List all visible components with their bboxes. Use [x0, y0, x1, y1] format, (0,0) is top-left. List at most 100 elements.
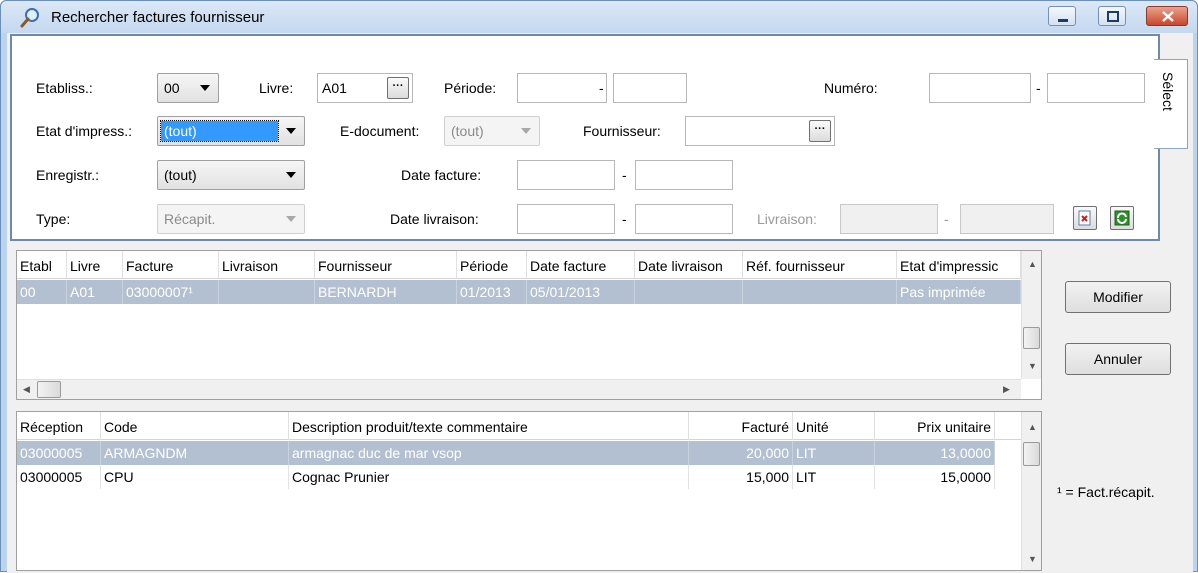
etabliss-label: Etabliss.: — [36, 80, 93, 96]
periode-separator: - — [599, 80, 604, 96]
type-select: Récapit. — [157, 204, 305, 234]
title-bar[interactable]: Rechercher factures fournisseur — [1, 1, 1197, 33]
cell-date-facture: 05/01/2013 — [527, 280, 635, 304]
numero-from-field[interactable] — [929, 73, 1031, 103]
etabliss-select[interactable]: 00 — [157, 73, 219, 103]
livraison-separator: - — [944, 211, 949, 227]
periode-from-field[interactable] — [517, 73, 607, 103]
minimize-button[interactable] — [1048, 6, 1076, 26]
enregistr-select[interactable]: (tout) — [157, 160, 305, 190]
column-header-etabl[interactable]: Etabl — [17, 251, 67, 279]
cell-facture: 03000007¹ — [123, 280, 219, 304]
column-header-reception[interactable]: Réception — [17, 412, 101, 440]
date-livraison-to-field[interactable] — [635, 204, 733, 234]
cell-livre: A01 — [67, 280, 123, 304]
column-header-facture[interactable]: Facture — [123, 251, 219, 279]
date-facture-separator: - — [622, 167, 627, 183]
enregistr-value: (tout) — [164, 167, 197, 183]
date-livraison-label: Date livraison: — [390, 211, 479, 227]
livre-value: A01 — [322, 80, 347, 96]
modifier-button[interactable]: Modifier — [1065, 281, 1171, 313]
invoices-table[interactable]: Etabl Livre Facture Livraison Fournisseu… — [16, 250, 1042, 400]
column-header-facture[interactable]: Facturé — [689, 412, 793, 440]
invoices-horizontal-scrollbar[interactable]: ◀ ▶ — [17, 379, 1021, 399]
scroll-thumb[interactable] — [37, 381, 61, 398]
column-header-unite[interactable]: Unité — [793, 412, 875, 440]
etat-impress-select[interactable]: (tout) — [157, 116, 305, 146]
scroll-thumb[interactable] — [1023, 327, 1040, 349]
date-facture-to-field[interactable] — [635, 160, 733, 190]
column-header-date-facture[interactable]: Date facture — [527, 251, 635, 279]
edocument-select: (tout) — [444, 116, 540, 146]
maximize-button[interactable] — [1098, 6, 1126, 26]
chevron-down-icon — [286, 128, 296, 134]
cell-ref-fournisseur — [743, 280, 897, 304]
date-livraison-from-field[interactable] — [517, 204, 615, 234]
clear-filter-button[interactable] — [1073, 206, 1097, 230]
fournisseur-lookup-button[interactable]: ··· — [809, 120, 831, 142]
column-header-prix-unitaire[interactable]: Prix unitaire — [875, 412, 995, 440]
numero-separator: - — [1036, 80, 1041, 96]
livraison-to-field — [960, 204, 1054, 234]
scroll-down-icon[interactable]: ▼ — [1028, 361, 1037, 371]
lines-vertical-scrollbar[interactable]: ▲ ▼ — [1021, 412, 1041, 570]
invoice-lines-table[interactable]: Réception Code Description produit/texte… — [16, 411, 1042, 571]
chevron-down-icon — [521, 128, 531, 134]
livre-label: Livre: — [259, 80, 294, 96]
scroll-left-icon[interactable]: ◀ — [23, 384, 30, 395]
date-facture-label: Date facture: — [401, 167, 482, 183]
invoices-vertical-scrollbar[interactable]: ▲ ▼ — [1021, 251, 1041, 379]
cell-livraison — [219, 280, 315, 304]
clear-filter-icon — [1078, 210, 1091, 226]
close-button[interactable] — [1146, 6, 1188, 26]
scroll-down-icon[interactable]: ▼ — [1028, 554, 1037, 564]
livraison-from-field — [840, 204, 938, 234]
column-header-ref-fournisseur[interactable]: Réf. fournisseur — [743, 251, 897, 279]
chevron-down-icon — [200, 85, 210, 91]
column-header-date-livraison[interactable]: Date livraison — [635, 251, 743, 279]
date-livraison-separator: - — [622, 211, 627, 227]
tab-select-label: Sélect — [1160, 72, 1176, 111]
cell-facture: 15,000 — [689, 465, 793, 489]
column-header-livraison[interactable]: Livraison — [219, 251, 315, 279]
cell-reception: 03000005 — [17, 465, 101, 489]
cell-prix-unitaire: 15,0000 — [875, 465, 995, 489]
etat-impress-label: Etat d'impress.: — [36, 123, 133, 139]
app-window: Rechercher factures fournisseur Etabliss… — [0, 0, 1198, 573]
scroll-up-icon[interactable]: ▲ — [1028, 259, 1037, 269]
cell-description: armagnac duc de mar vsop — [289, 441, 689, 465]
scroll-up-icon[interactable]: ▲ — [1028, 422, 1037, 432]
table-row[interactable]: 00 A01 03000007¹ BERNARDH 01/2013 05/01/… — [17, 280, 1021, 304]
numero-to-field[interactable] — [1047, 73, 1145, 103]
table-row[interactable]: 03000005 CPU Cognac Prunier 15,000 LIT 1… — [17, 465, 995, 489]
cell-reception: 03000005 — [17, 441, 101, 465]
scroll-thumb[interactable] — [1023, 442, 1040, 466]
cell-facture: 20,000 — [689, 441, 793, 465]
date-facture-from-field[interactable] — [517, 160, 615, 190]
annuler-button[interactable]: Annuler — [1065, 343, 1171, 375]
cell-description: Cognac Prunier — [289, 465, 689, 489]
edocument-value: (tout) — [451, 123, 484, 139]
fournisseur-label: Fournisseur: — [583, 123, 661, 139]
cell-date-livraison — [635, 280, 743, 304]
cell-unite: LIT — [793, 441, 875, 465]
cell-periode: 01/2013 — [457, 280, 527, 304]
scroll-right-icon[interactable]: ▶ — [1003, 384, 1010, 395]
column-header-description[interactable]: Description produit/texte commentaire — [289, 412, 689, 440]
column-header-etat-impression[interactable]: Etat d'impressic — [897, 251, 1021, 279]
tab-select[interactable]: Sélect — [1154, 59, 1188, 149]
column-header-livre[interactable]: Livre — [67, 251, 123, 279]
periode-to-field[interactable] — [613, 73, 687, 103]
footnote-recapit: ¹ = Fact.récapit. — [1057, 484, 1155, 500]
cell-etabl: 00 — [17, 280, 67, 304]
window-client: Etabliss.: 00 Livre: A01 ··· Période: - … — [7, 33, 1193, 573]
column-header-periode[interactable]: Période — [457, 251, 527, 279]
livre-lookup-button[interactable]: ··· — [387, 77, 409, 99]
cell-code: CPU — [101, 465, 289, 489]
column-header-code[interactable]: Code — [101, 412, 289, 440]
magnifier-icon — [19, 7, 41, 29]
refresh-button[interactable] — [1110, 206, 1134, 230]
table-row[interactable]: 03000005 ARMAGNDM armagnac duc de mar vs… — [17, 441, 995, 465]
column-header-fournisseur[interactable]: Fournisseur — [315, 251, 457, 279]
edocument-label: E-document: — [340, 123, 420, 139]
